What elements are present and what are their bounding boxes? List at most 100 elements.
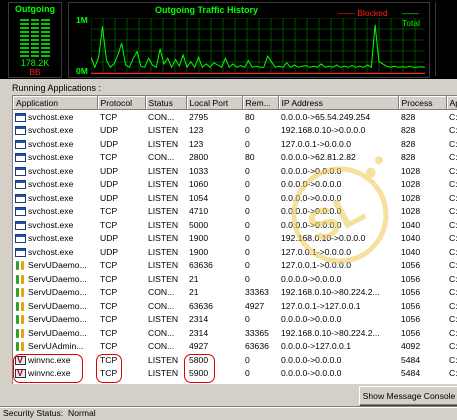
local-port-cell: 2800 bbox=[189, 152, 209, 163]
y-axis-bottom-label: 0M bbox=[76, 66, 88, 76]
security-status-label: Security Status: bbox=[3, 408, 64, 418]
protocol-cell: TCP bbox=[100, 260, 118, 271]
servu-icon bbox=[15, 301, 26, 311]
app-path-cell: C: bbox=[449, 192, 457, 203]
local-port-cell: 5800 bbox=[189, 354, 209, 365]
table-row[interactable]: winvnc.exe TCP LISTEN 5800 0 0.0.0.0->0.0.0.0… bbox=[13, 353, 457, 367]
app-path-cell: C: bbox=[449, 206, 457, 217]
column-header-application[interactable]: Application bbox=[13, 96, 98, 110]
ip-address-cell: 127.0.0.1->0.0.0.0 bbox=[281, 246, 352, 257]
remote-port-cell: 0 bbox=[245, 273, 250, 284]
table-row[interactable]: ServUDaemo... TCP LISTEN 2314 0 0.0.0.0->0.0.… bbox=[13, 313, 457, 327]
table-row[interactable]: svchost.exe UDP LISTEN 1060 0 0.0.0.0->0.0.0.… bbox=[13, 178, 457, 192]
table-row[interactable]: ServUDaemo... TCP CON... 2314 33365 192.168.0… bbox=[13, 326, 457, 340]
table-row[interactable]: svchost.exe TCP CON... 2795 80 0.0.0.0->65.54… bbox=[13, 110, 457, 124]
table-row[interactable]: winvnc.exe TCP LISTEN 5900 0 0.0.0.0->0.0.0.0… bbox=[13, 367, 457, 381]
column-header-process[interactable]: Process bbox=[398, 96, 447, 110]
column-header-local-port[interactable]: Local Port bbox=[186, 96, 243, 110]
application-name: svchost.exe bbox=[28, 125, 74, 136]
app-path-cell: C: bbox=[449, 327, 457, 338]
local-port-cell: 2795 bbox=[189, 111, 209, 122]
application-cell: winvnc.exe bbox=[13, 353, 97, 367]
app-path-cell: C: bbox=[449, 111, 457, 122]
protocol-cell: UDP bbox=[100, 246, 119, 257]
status-cell: LISTEN bbox=[148, 260, 179, 271]
app-path-cell: C: bbox=[449, 260, 457, 271]
protocol-cell: UDP bbox=[100, 125, 119, 136]
table-row[interactable]: svchost.exe UDP LISTEN 1900 0 127.0.0.1->0.0.… bbox=[13, 245, 457, 259]
traffic-history-graph: Outgoing Traffic History —— Blocked —— T… bbox=[68, 2, 430, 78]
column-header-protocol[interactable]: Protocol bbox=[97, 96, 146, 110]
traffic-panel-side bbox=[435, 2, 457, 76]
protocol-cell: UDP bbox=[100, 138, 119, 149]
column-header-application-path[interactable]: Ap bbox=[446, 96, 457, 110]
status-cell: LISTEN bbox=[148, 206, 179, 217]
app-path-cell: C: bbox=[449, 179, 457, 190]
application-cell: svchost.exe bbox=[13, 205, 97, 219]
table-row[interactable]: svchost.exe UDP LISTEN 1033 0 0.0.0.0->0.0.0.… bbox=[13, 164, 457, 178]
application-name: ServUDaemo... bbox=[28, 300, 87, 311]
protocol-cell: TCP bbox=[100, 111, 118, 122]
window-icon bbox=[15, 207, 26, 217]
process-id-cell: 1028 bbox=[401, 165, 421, 176]
application-name: svchost.exe bbox=[28, 138, 74, 149]
local-port-cell: 1900 bbox=[189, 246, 209, 257]
column-header-remote-port[interactable]: Rem... bbox=[242, 96, 279, 110]
table-row[interactable]: ServUDaemo... TCP LISTEN 63636 0 127.0.0.1->0… bbox=[13, 259, 457, 273]
app-path-cell: C: bbox=[449, 138, 457, 149]
remote-port-cell: 0 bbox=[245, 192, 250, 203]
column-header-status[interactable]: Status bbox=[145, 96, 187, 110]
table-row[interactable]: svchost.exe UDP LISTEN 1900 0 192.168.0.10->0… bbox=[13, 232, 457, 246]
application-name: winvnc.exe bbox=[28, 354, 71, 365]
table-row[interactable]: ServUDaemo... TCP CON... 63636 4927 127.0.0.1… bbox=[13, 299, 457, 313]
table-row[interactable]: svchost.exe UDP LISTEN 1054 0 0.0.0.0->0.0.0.… bbox=[13, 191, 457, 205]
application-name: ServUAdmin... bbox=[28, 341, 84, 352]
status-cell: CON... bbox=[148, 327, 175, 338]
servu-icon bbox=[15, 342, 26, 352]
process-id-cell: 5484 bbox=[401, 368, 421, 379]
outgoing-meter-bars bbox=[20, 19, 50, 57]
protocol-cell: TCP bbox=[100, 314, 118, 325]
show-message-console-button[interactable]: Show Message Console bbox=[359, 386, 457, 406]
application-name: svchost.exe bbox=[28, 246, 74, 257]
table-row[interactable]: svchost.exe UDP LISTEN 123 0 192.168.0.10->0.… bbox=[13, 124, 457, 138]
table-row[interactable]: ServUDaemo... TCP LISTEN 21 0 0.0.0.0->0.0.0.… bbox=[13, 272, 457, 286]
process-id-cell: 828 bbox=[401, 152, 416, 163]
applications-list[interactable]: Application Protocol Status Local Port R… bbox=[12, 95, 457, 384]
application-name: ServUDaemo... bbox=[28, 314, 87, 325]
table-row[interactable]: svchost.exe TCP LISTEN 4710 0 0.0.0.0->0.0.0.… bbox=[13, 205, 457, 219]
table-row[interactable]: svchost.exe TCP LISTEN 5000 0 0.0.0.0->0.0.0.… bbox=[13, 218, 457, 232]
application-name: ServUDaemo... bbox=[28, 327, 87, 338]
table-row[interactable]: ServUAdmin... TCP CON... 4927 63636 0.0.0.0->… bbox=[13, 340, 457, 354]
application-cell: svchost.exe bbox=[13, 245, 97, 259]
table-row[interactable]: svchost.exe TCP CON... 2800 80 0.0.0.0->62.81… bbox=[13, 151, 457, 165]
ip-address-cell: 0.0.0.0->0.0.0.0 bbox=[281, 219, 342, 230]
protocol-cell: TCP bbox=[100, 300, 118, 311]
ip-address-cell: 0.0.0.0->0.0.0.0 bbox=[281, 179, 342, 190]
table-row[interactable]: svchost.exe UDP LISTEN 123 0 127.0.0.1->0.0.0… bbox=[13, 137, 457, 151]
application-name: ServUDaemo... bbox=[28, 273, 87, 284]
column-header-ip-address[interactable]: IP Address bbox=[278, 96, 399, 110]
window-icon bbox=[15, 112, 26, 122]
ip-address-cell: 0.0.0.0->0.0.0.0 bbox=[281, 165, 342, 176]
ip-address-cell: 0.0.0.0->0.0.0.0 bbox=[281, 314, 342, 325]
remote-port-cell: 80 bbox=[245, 111, 255, 122]
app-path-cell: C: bbox=[449, 287, 457, 298]
status-cell: LISTEN bbox=[148, 192, 179, 203]
application-cell: winvnc.exe bbox=[13, 367, 97, 381]
app-path-cell: C: bbox=[449, 368, 457, 379]
status-cell: LISTEN bbox=[148, 125, 179, 136]
remote-port-cell: 63636 bbox=[245, 341, 269, 352]
remote-port-cell: 0 bbox=[245, 246, 250, 257]
status-cell: CON... bbox=[148, 341, 175, 352]
local-port-cell: 4710 bbox=[189, 206, 209, 217]
running-applications-label: Running Applications : bbox=[12, 83, 102, 93]
app-path-cell: C: bbox=[449, 341, 457, 352]
process-id-cell: 1028 bbox=[401, 179, 421, 190]
ip-address-cell: 192.168.0.10->80.224.2... bbox=[281, 327, 380, 338]
application-name: svchost.exe bbox=[28, 192, 74, 203]
window-icon bbox=[15, 220, 26, 230]
table-row[interactable]: ServUDaemo... TCP CON... 21 33363 192.168.0.1… bbox=[13, 286, 457, 300]
application-cell: svchost.exe bbox=[13, 164, 97, 178]
protocol-cell: TCP bbox=[100, 368, 118, 379]
